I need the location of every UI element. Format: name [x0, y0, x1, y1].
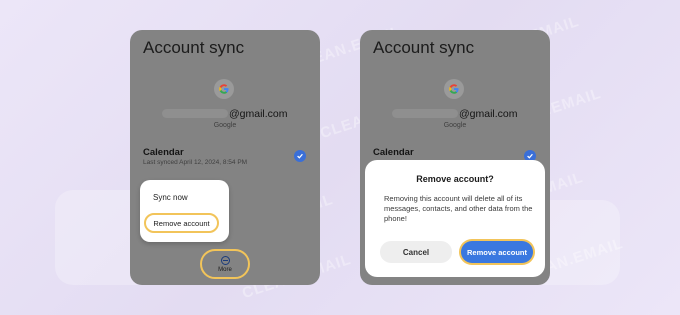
- account-provider: Google: [213, 122, 237, 129]
- email-domain: @gmail.com: [459, 107, 518, 120]
- google-g-icon: [214, 79, 234, 99]
- remove-account-dialog: Remove account? Removing this account wi…: [365, 160, 545, 277]
- sync-item-last-synced: Last synced April 12, 2024, 8:54 PM: [143, 159, 248, 166]
- minus-circle-icon: [220, 255, 230, 265]
- account-sync-screen-menu: Account sync @gmail.com Google Calendar …: [130, 30, 320, 285]
- checkmark-icon[interactable]: [294, 150, 306, 162]
- account-provider: Google: [443, 122, 467, 129]
- dialog-message: Removing this account will delete all of…: [384, 194, 533, 223]
- more-label: More: [218, 266, 232, 273]
- google-g-icon: [444, 79, 464, 99]
- email-domain: @gmail.com: [229, 107, 288, 120]
- account-sync-screen-dialog: Account sync @gmail.com Google Calendar …: [360, 30, 550, 285]
- sync-item-title: Calendar: [143, 147, 184, 158]
- redacted-email-bar: [392, 109, 458, 118]
- account-email: @gmail.com: [162, 107, 288, 120]
- redacted-email-bar: [162, 109, 228, 118]
- account-email: @gmail.com: [392, 107, 518, 120]
- page-title: Account sync: [373, 38, 475, 57]
- page-title: Account sync: [143, 38, 245, 57]
- cancel-button[interactable]: Cancel: [380, 241, 452, 263]
- overflow-menu: Sync now Remove account: [140, 180, 229, 242]
- remove-account-button[interactable]: Remove account: [461, 241, 533, 263]
- menu-item-remove-account[interactable]: Remove account: [144, 213, 219, 233]
- menu-item-sync-now[interactable]: Sync now: [153, 193, 188, 202]
- more-button[interactable]: More: [200, 249, 250, 279]
- sync-item-title: Calendar: [373, 147, 414, 158]
- dialog-title: Remove account?: [416, 174, 494, 184]
